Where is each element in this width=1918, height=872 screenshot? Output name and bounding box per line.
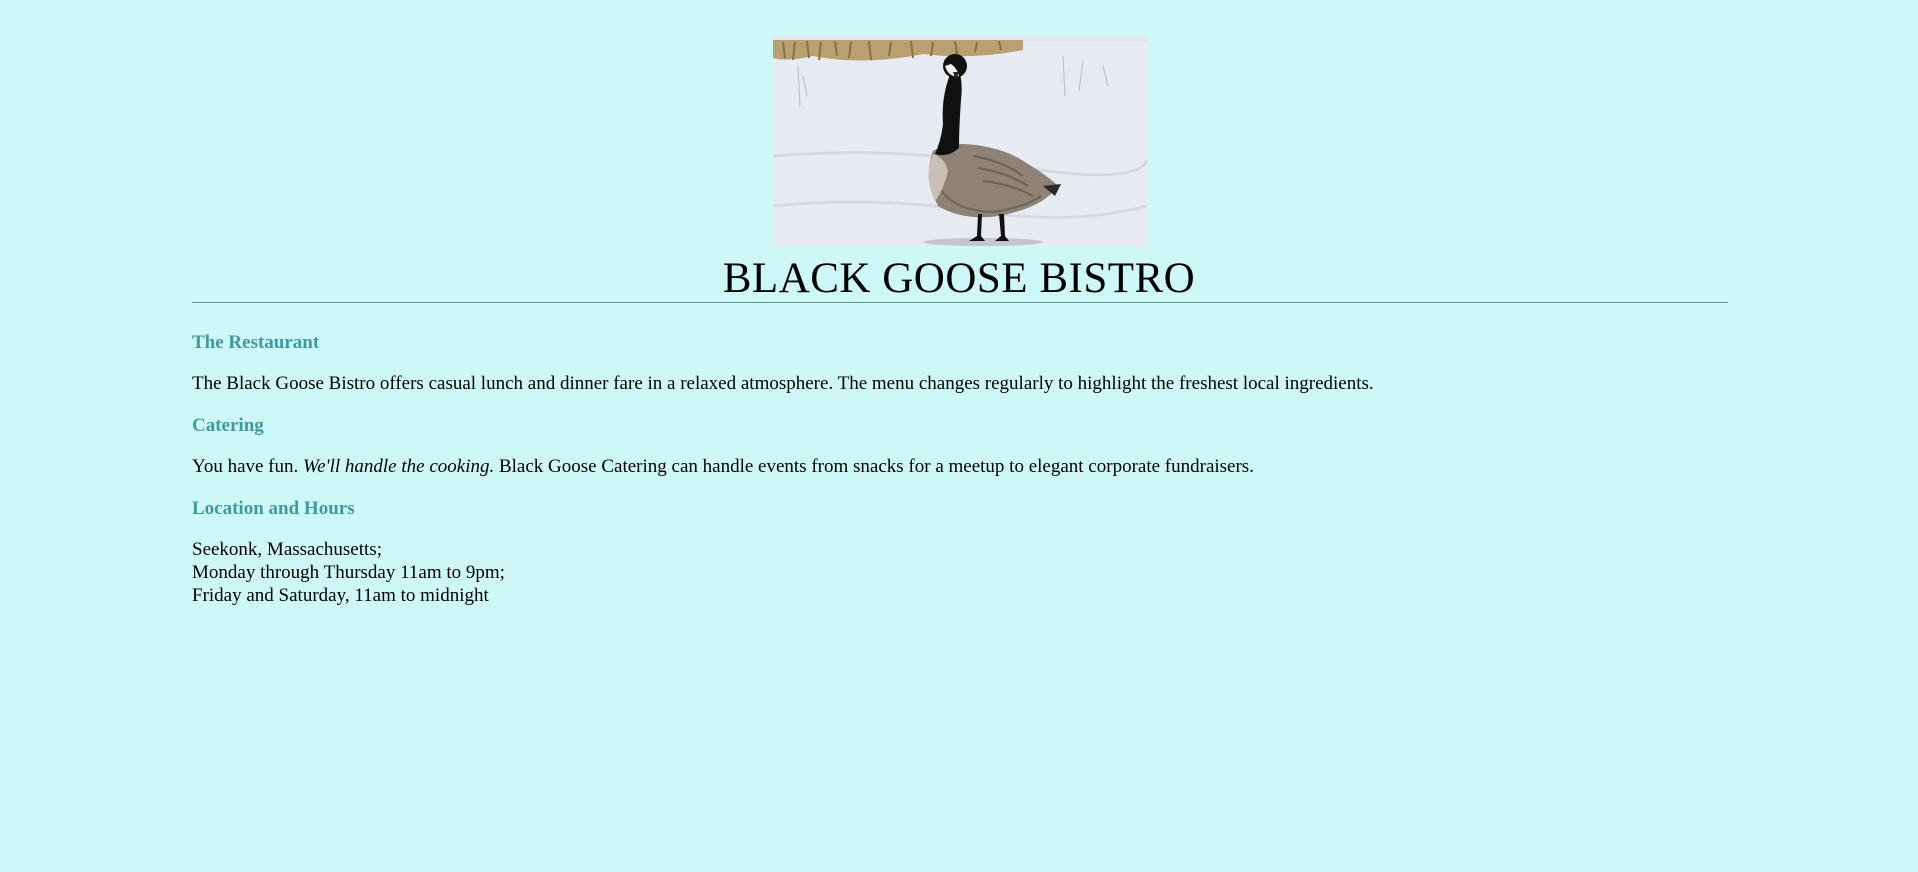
main-content: The Restaurant The Black Goose Bistro of… <box>192 330 1728 607</box>
section-heading-location-hours: Location and Hours <box>192 498 355 519</box>
catering-emphasis: We'll handle the cooking. <box>303 456 495 477</box>
section-heading-restaurant: The Restaurant <box>192 332 320 353</box>
goose-photo <box>773 36 1147 246</box>
catering-description: You have fun. We'll handle the cooking. … <box>192 455 1728 478</box>
divider <box>192 302 1728 303</box>
site-title: BLACK GOOSE BISTRO <box>722 255 1196 302</box>
location-line: Seekonk, Massachusetts; <box>192 539 382 560</box>
section-catering: Catering You have fun. We'll handle the … <box>192 413 1728 478</box>
section-heading-catering: Catering <box>192 415 264 436</box>
restaurant-description: The Black Goose Bistro offers casual lun… <box>192 373 1374 394</box>
catering-text-start: You have fun. <box>192 456 304 477</box>
catering-text-end: Black Goose Catering can handle events f… <box>494 456 1254 477</box>
section-location-hours: Location and Hours Seekonk, Massachusett… <box>192 496 1728 607</box>
hours-weekend-line: Friday and Saturday, 11am to midnight <box>192 585 489 606</box>
page: BLACK GOOSE BISTRO The Restaurant The Bl… <box>0 0 1918 872</box>
section-restaurant: The Restaurant The Black Goose Bistro of… <box>192 330 1728 395</box>
location-hours-text: Seekonk, Massachusetts; Monday through Th… <box>192 538 1728 607</box>
hours-weekday-line: Monday through Thursday 11am to 9pm; <box>192 562 505 583</box>
